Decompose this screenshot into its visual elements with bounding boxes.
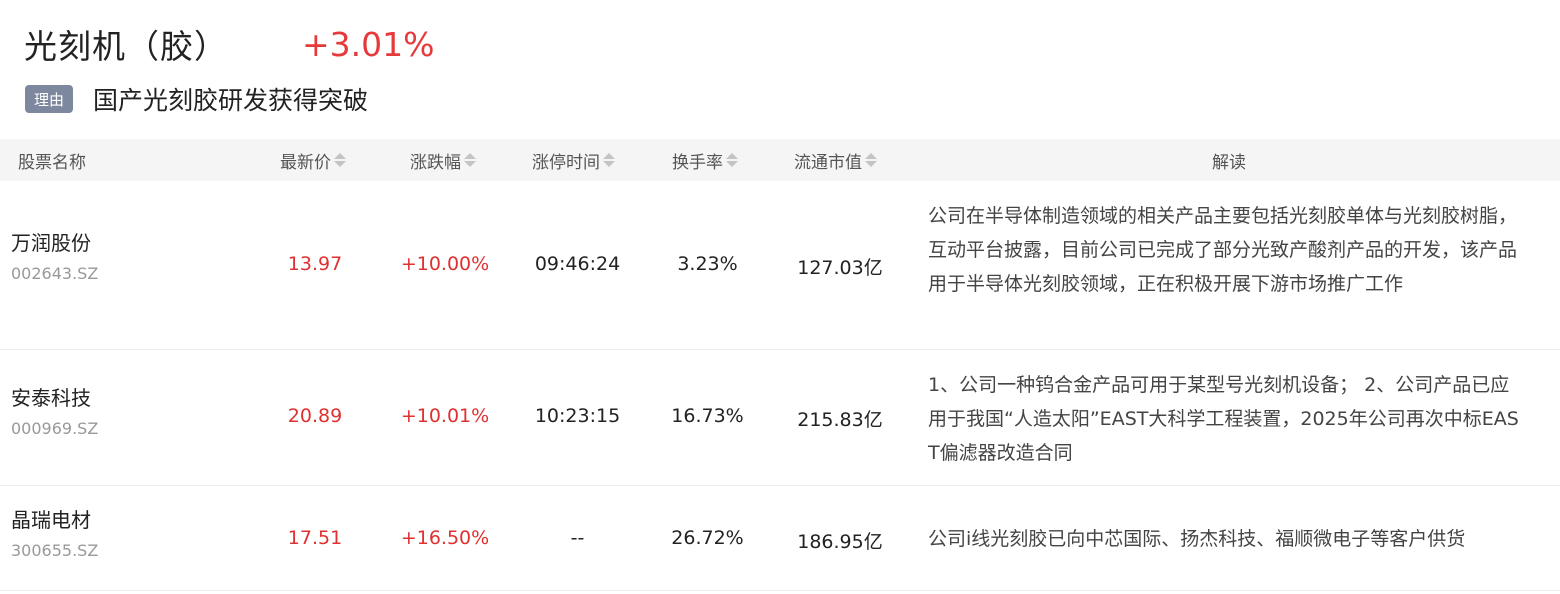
latest-price: 20.89: [287, 405, 343, 427]
analysis-text: 公司在半导体制造领域的相关产品主要包括光刻胶单体与光刻胶树脂，互动平台披露，目前…: [928, 205, 1518, 295]
table-row[interactable]: 晶瑞电材 300655.SZ 17.51 +16.50% -- 26.72% 1…: [0, 486, 1560, 591]
sort-icon[interactable]: [726, 153, 738, 167]
stock-table: 股票名称 最新价 涨跌幅 涨停时间 换手率 流通市值 解读 万润股份 00264…: [0, 139, 1560, 591]
stock-code: 000969.SZ: [11, 419, 99, 438]
column-header-market-cap[interactable]: 流通市值: [794, 139, 877, 181]
column-header-analysis: 解读: [1212, 152, 1246, 173]
price-change: +16.50%: [400, 527, 490, 549]
stock-name-cell: 万润股份 002643.SZ: [11, 229, 98, 285]
analysis-text: 1、公司一种钨合金产品可用于某型号光刻机设备； 2、公司产品已应用于我国“人造太…: [928, 374, 1519, 464]
sector-change: +3.01%: [302, 24, 435, 64]
stock-name-cell: 晶瑞电材 300655.SZ: [11, 506, 98, 562]
analysis-text: 公司i线光刻胶已向中芯国际、扬杰科技、福顺微电子等客户供货: [928, 528, 1466, 550]
column-header-name: 股票名称: [18, 152, 86, 173]
table-row[interactable]: 安泰科技 000969.SZ 20.89 +10.01% 10:23:15 16…: [0, 350, 1560, 486]
reason-row: 理由 国产光刻胶研发获得突破: [25, 84, 369, 115]
stock-name[interactable]: 万润股份: [11, 229, 91, 257]
column-header-change[interactable]: 涨跌幅: [410, 139, 476, 181]
sort-icon[interactable]: [464, 153, 476, 167]
stock-name[interactable]: 晶瑞电材: [11, 506, 91, 534]
reason-badge: 理由: [25, 85, 73, 113]
reason-text: 国产光刻胶研发获得突破: [93, 86, 369, 115]
latest-price: 17.51: [287, 527, 343, 549]
sort-icon[interactable]: [865, 153, 877, 167]
sort-icon[interactable]: [603, 153, 615, 167]
turnover-rate: 3.23%: [677, 253, 738, 275]
market-cap: 127.03亿: [797, 257, 883, 279]
sector-title: 光刻机（胶）: [24, 27, 228, 66]
column-header-turnover[interactable]: 换手率: [672, 139, 738, 181]
table-row[interactable]: 万润股份 002643.SZ 13.97 +10.00% 09:46:24 3.…: [0, 181, 1560, 350]
table-header: 股票名称 最新价 涨跌幅 涨停时间 换手率 流通市值 解读: [0, 139, 1560, 181]
limit-time: --: [570, 527, 585, 549]
price-change: +10.00%: [400, 253, 490, 275]
market-cap: 186.95亿: [797, 531, 883, 553]
price-change: +10.01%: [400, 405, 490, 427]
column-header-price[interactable]: 最新价: [280, 139, 346, 181]
turnover-rate: 26.72%: [671, 527, 744, 549]
latest-price: 13.97: [287, 253, 343, 275]
stock-code: 300655.SZ: [11, 541, 99, 560]
sort-icon[interactable]: [334, 153, 346, 167]
market-cap: 215.83亿: [797, 409, 883, 431]
sector-header: 光刻机（胶） +3.01%: [24, 22, 435, 67]
stock-name-cell: 安泰科技 000969.SZ: [11, 384, 98, 440]
turnover-rate: 16.73%: [671, 405, 744, 427]
stock-name[interactable]: 安泰科技: [11, 384, 91, 412]
limit-time: 10:23:15: [534, 405, 621, 427]
stock-code: 002643.SZ: [11, 264, 99, 283]
limit-time: 09:46:24: [534, 253, 621, 275]
column-header-limit-time[interactable]: 涨停时间: [532, 139, 615, 181]
